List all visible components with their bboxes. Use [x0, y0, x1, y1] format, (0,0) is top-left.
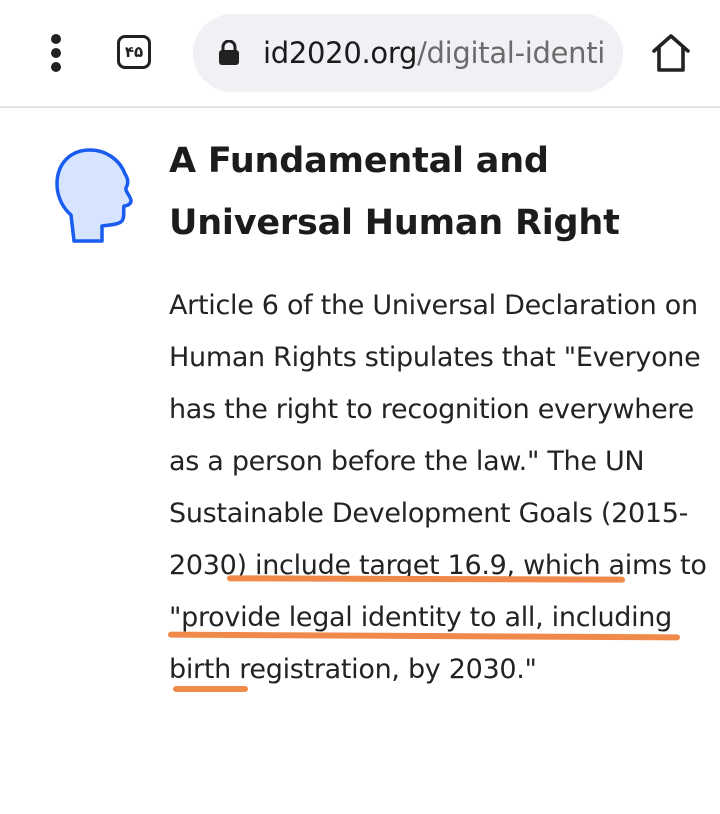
url-bar[interactable]: id2020.org/digital-identi — [193, 14, 623, 92]
home-icon[interactable] — [650, 32, 692, 74]
browser-toolbar: ۴۵ id2020.org/digital-identi — [0, 0, 720, 108]
body-text-1: Article 6 of the Universal Declaration o… — [169, 290, 701, 477]
highlight-underline-3 — [173, 686, 248, 692]
article-title: A Fundamental and Universal Human Right — [169, 141, 620, 243]
lock-icon — [219, 40, 239, 65]
human-head-icon — [55, 148, 133, 243]
tab-switcher-icon[interactable]: ۴۵ — [117, 35, 151, 69]
tab-count-label: ۴۵ — [124, 42, 144, 61]
more-vert-icon[interactable] — [44, 34, 68, 72]
url-path: /digital-identi — [417, 36, 606, 70]
url-text: id2020.org/digital-identi — [263, 33, 613, 73]
url-host: id2020.org — [263, 36, 418, 70]
